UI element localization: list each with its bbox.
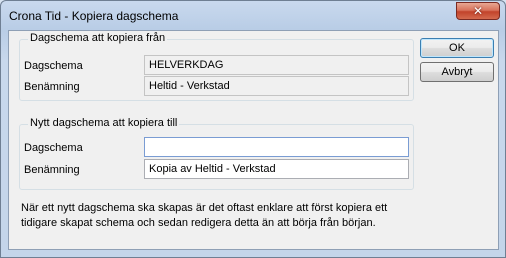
title-bar[interactable]: Crona Tid - Kopiera dagschema ✕: [1, 1, 505, 31]
source-dagschema-field: HELVERKDAG: [144, 55, 409, 75]
dialog-window: Crona Tid - Kopiera dagschema ✕ Dagschem…: [0, 0, 506, 258]
cancel-button[interactable]: Avbryt: [420, 62, 494, 82]
target-dagschema-label: Dagschema: [24, 142, 83, 154]
ok-button[interactable]: OK: [420, 38, 494, 58]
close-button[interactable]: ✕: [456, 2, 500, 20]
copy-to-legend: Nytt dagschema att kopiera till: [28, 117, 180, 129]
source-benamning-field: Heltid - Verkstad: [144, 76, 409, 96]
source-dagschema-label: Dagschema: [24, 60, 83, 72]
copy-to-group: Nytt dagschema att kopiera till Dagschem…: [19, 117, 414, 190]
close-icon: ✕: [472, 4, 484, 18]
target-dagschema-input[interactable]: [144, 137, 409, 157]
copy-from-legend: Dagschema att kopiera från: [28, 32, 168, 44]
info-text: När ett nytt dagschema ska skapas är det…: [21, 202, 388, 229]
source-benamning-label: Benämning: [24, 81, 80, 93]
copy-from-group: Dagschema att kopiera från Dagschema HEL…: [19, 32, 414, 101]
dialog-body: Dagschema att kopiera från Dagschema HEL…: [8, 30, 499, 250]
target-benamning-input[interactable]: Kopia av Heltid - Verkstad: [144, 159, 409, 179]
target-benamning-label: Benämning: [24, 164, 80, 176]
window-title: Crona Tid - Kopiera dagschema: [9, 9, 179, 23]
